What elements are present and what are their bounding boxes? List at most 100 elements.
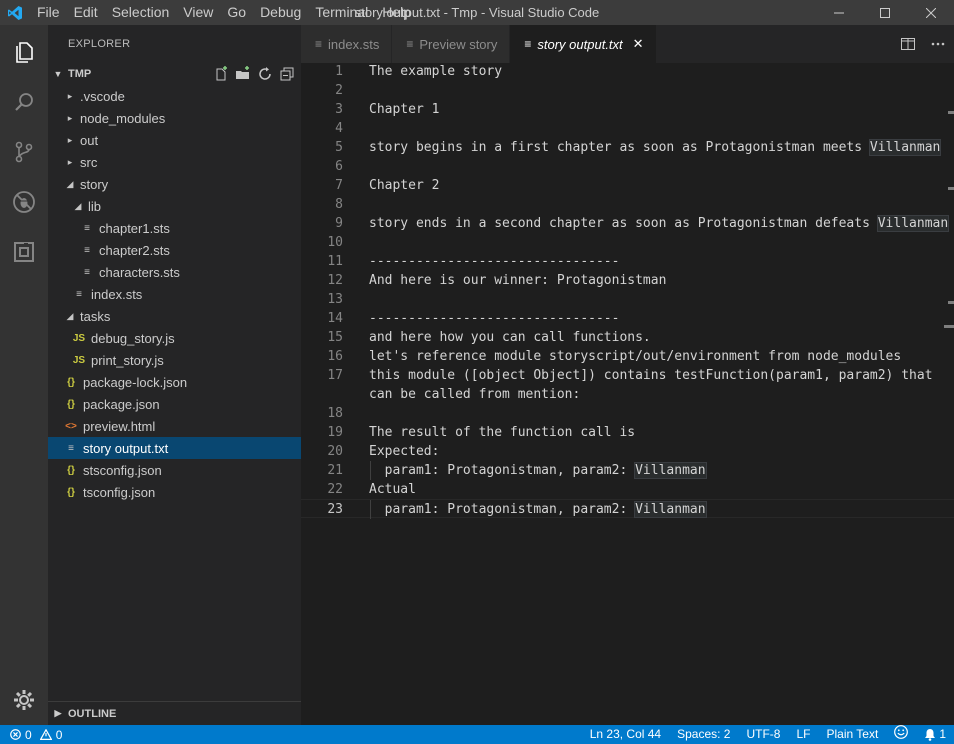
tab-index-sts[interactable]: ≡ index.sts [301, 25, 393, 63]
tree-file[interactable]: ≡ characters.sts [48, 261, 301, 283]
tab-preview-story[interactable]: ≡ Preview story [392, 25, 511, 63]
tree-folder[interactable]: ◢ lib [48, 195, 301, 217]
tree-file[interactable]: ≡ story output.txt [48, 437, 301, 459]
code-line[interactable]: 10 [301, 233, 954, 252]
language-mode[interactable]: Plain Text [819, 725, 887, 744]
encoding[interactable]: UTF-8 [738, 725, 788, 744]
menu-help[interactable]: Help [375, 0, 418, 25]
cursor-position[interactable]: Ln 23, Col 44 [582, 725, 669, 744]
gear-icon[interactable] [0, 675, 48, 725]
outline-section-header[interactable]: ▶ OUTLINE [48, 701, 301, 725]
problems-indicator[interactable]: 0 0 [0, 728, 62, 742]
code-line[interactable]: 9 story ends in a second chapter as soon … [301, 214, 954, 233]
tree-folder[interactable]: ▸ out [48, 129, 301, 151]
code-line[interactable]: 3 Chapter 1 [301, 100, 954, 119]
json-file-icon: {} [67, 486, 75, 498]
code-line[interactable]: 1 The example story [301, 62, 954, 81]
extensions-icon[interactable] [0, 227, 48, 277]
menu-edit[interactable]: Edit [67, 0, 105, 25]
tree-file[interactable]: ≡ chapter1.sts [48, 217, 301, 239]
line-text: param1: Protagonistman, param2: Villanma… [369, 461, 707, 480]
code-line[interactable]: 14 -------------------------------- [301, 309, 954, 328]
tree-file[interactable]: ≡ chapter2.sts [48, 239, 301, 261]
code-line[interactable]: 22 Actual [301, 480, 954, 499]
tree-file[interactable]: {} package-lock.json [48, 371, 301, 393]
tree-file[interactable]: JS debug_story.js [48, 327, 301, 349]
split-editor-icon[interactable] [900, 36, 916, 52]
line-content: Chapter 1 [369, 102, 440, 117]
code-line[interactable]: 13 [301, 290, 954, 309]
minimize-button[interactable] [816, 0, 862, 25]
menu-go[interactable]: Go [220, 0, 253, 25]
tree-folder[interactable]: ◢ story [48, 173, 301, 195]
maximize-button[interactable] [862, 0, 908, 25]
more-actions-icon[interactable] [930, 36, 946, 52]
tree-file[interactable]: {} stsconfig.json [48, 459, 301, 481]
files-icon[interactable] [0, 27, 48, 77]
menu-debug[interactable]: Debug [253, 0, 308, 25]
indentation[interactable]: Spaces: 2 [669, 725, 738, 744]
tree-file[interactable]: ≡ index.sts [48, 283, 301, 305]
line-number: 16 [327, 349, 343, 364]
new-folder-icon[interactable] [235, 66, 251, 82]
tree-item-label: chapter2.sts [99, 242, 170, 258]
menu-terminal[interactable]: Terminal [308, 0, 375, 25]
tree-file[interactable]: {} tsconfig.json [48, 481, 301, 503]
close-tab-icon[interactable]: ✕ [633, 36, 644, 52]
tree-item-label: node_modules [80, 110, 166, 126]
code-line[interactable]: 11 -------------------------------- [301, 252, 954, 271]
code-line[interactable]: 19 The result of the function call is [301, 423, 954, 442]
tree-item-label: out [80, 132, 99, 148]
line-text: And here is our winner: Protagonistman [369, 271, 666, 290]
close-window-button[interactable] [908, 0, 954, 25]
debug-icon[interactable] [0, 177, 48, 227]
code-line[interactable]: 4 [301, 119, 954, 138]
collapse-all-icon[interactable] [279, 66, 295, 82]
line-number: 14 [327, 311, 343, 326]
search-icon[interactable] [0, 77, 48, 127]
refresh-icon[interactable] [257, 66, 273, 82]
code-line[interactable]: 23 param1: Protagonistman, param2: Villa… [301, 499, 954, 519]
menu-selection[interactable]: Selection [105, 0, 177, 25]
code-line[interactable]: 12 And here is our winner: Protagonistman [301, 271, 954, 290]
code-line[interactable]: 5 story begins in a first chapter as soon… [301, 138, 954, 157]
line-text: Chapter 1 [369, 100, 439, 119]
code-line[interactable]: 21 param1: Protagonistman, param2: Villa… [301, 461, 954, 480]
code-line[interactable]: 7 Chapter 2 [301, 176, 954, 195]
source-control-icon[interactable] [0, 127, 48, 177]
code-line[interactable]: 8 [301, 195, 954, 214]
code-line[interactable]: 6 [301, 157, 954, 176]
tree-file[interactable]: {} package.json [48, 393, 301, 415]
explorer-sidebar: EXPLORER ▼ TMP ▸ .vscode ▸ node_modules ▸ out… [48, 25, 301, 725]
menu-view[interactable]: View [176, 0, 220, 25]
line-number: 22 [327, 482, 343, 497]
tree-file[interactable]: <> preview.html [48, 415, 301, 437]
code-line[interactable]: 17 this module ([object Object]) contains… [301, 366, 954, 385]
end-of-line[interactable]: LF [788, 725, 818, 744]
status-right: Ln 23, Col 44 Spaces: 2 UTF-8 LF Plain T… [582, 724, 954, 744]
javascript-file-icon: JS [72, 332, 86, 344]
workspace-section-header[interactable]: ▼ TMP [48, 63, 301, 85]
tree-folder[interactable]: ◢ tasks [48, 305, 301, 327]
tree-folder[interactable]: ▸ node_modules [48, 107, 301, 129]
tree-folder[interactable]: ▸ .vscode [48, 85, 301, 107]
tree-item-label: lib [88, 198, 102, 214]
code-line[interactable]: 18 [301, 404, 954, 423]
tab-story-output-txt[interactable]: ≡ story output.txt ✕ [510, 25, 657, 63]
error-icon [10, 729, 21, 740]
menu-file[interactable]: File [30, 0, 67, 25]
code-line[interactable]: 16 let's reference module storyscript/out… [301, 347, 954, 366]
feedback-button[interactable] [886, 724, 916, 744]
tree-file[interactable]: JS print_story.js [48, 349, 301, 371]
code-line[interactable]: 15 and here how you can call functions. [301, 328, 954, 347]
code-line[interactable]: 20 Expected: [301, 442, 954, 461]
text-editor[interactable]: 1 The example story 2 3 Chapter 1 4 5 story beg… [301, 63, 954, 725]
maximize-icon [880, 7, 890, 18]
tree-folder[interactable]: ▸ src [48, 151, 301, 173]
new-file-icon[interactable] [213, 66, 229, 82]
code-line[interactable]: 2 [301, 81, 954, 100]
notifications-button[interactable]: 1 [916, 725, 954, 744]
line-text: let's reference module storyscript/out/e… [369, 347, 901, 366]
tree-item-label: story output.txt [83, 440, 169, 456]
code-line[interactable]: can be called from mention: [301, 385, 954, 404]
